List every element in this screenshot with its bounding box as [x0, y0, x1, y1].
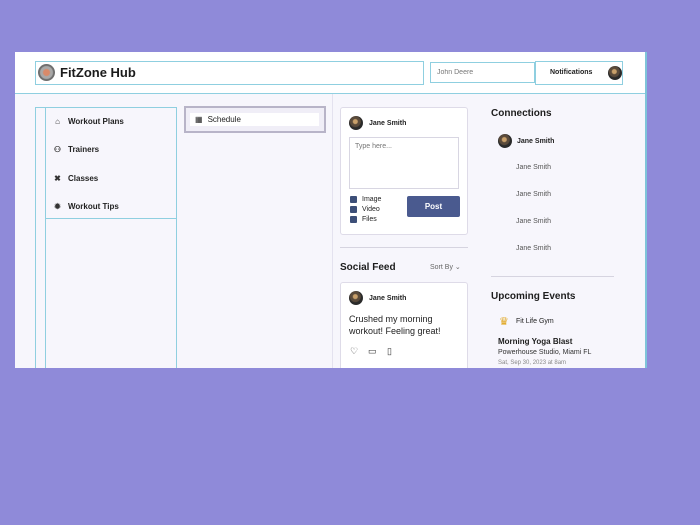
brand-area[interactable]: FitZone Hub [35, 61, 424, 85]
sort-dropdown[interactable]: Sort By ⌄ [430, 263, 461, 271]
connections-title: Connections [491, 108, 552, 119]
sidebar-item-label: Trainers [68, 144, 100, 154]
bookmark-icon[interactable]: ▯ [387, 346, 392, 357]
schedule-button[interactable]: ▦ Schedule [190, 113, 319, 126]
connection-item[interactable]: Jane Smith [516, 218, 551, 225]
divider [340, 247, 468, 248]
composer-avatar [349, 116, 363, 130]
event-organizer: Fit Life Gym [516, 318, 554, 325]
image-icon [350, 196, 357, 203]
divider [491, 276, 614, 277]
heart-icon[interactable]: ♡ [350, 346, 358, 357]
social-feed-title: Social Feed [340, 262, 396, 273]
column-divider [332, 94, 333, 368]
connection-item[interactable]: Jane Smith [516, 191, 551, 198]
feed-post: Jane Smith Crushed my morning workout! F… [340, 282, 468, 368]
notifications-link[interactable]: Notifications [550, 69, 592, 76]
post-avatar [349, 291, 363, 305]
notifications-area[interactable]: Notifications [535, 61, 623, 85]
schedule-panel: ▦ Schedule [184, 106, 326, 133]
calendar-icon: ▦ [195, 115, 203, 124]
window-edge [645, 52, 647, 368]
post-button[interactable]: Post [407, 196, 460, 217]
connection-name: Jane Smith [516, 164, 552, 171]
app-window: FitZone Hub Notifications ⌂ Workout Plan… [15, 52, 647, 368]
trophy-icon: ♛ [499, 316, 509, 328]
attach-label: Files [362, 216, 377, 223]
attach-files-button[interactable]: Files [350, 216, 377, 223]
schedule-label: Schedule [207, 115, 241, 124]
brand-title: FitZone Hub [60, 65, 136, 80]
sidebar-item-label: Workout Tips [68, 201, 119, 211]
sidebar-nav: ⌂ Workout Plans ⚇ Trainers ✖ Classes ✹ W… [35, 107, 177, 368]
gear-icon: ✹ [54, 201, 61, 211]
comment-icon[interactable]: ▭ [368, 346, 377, 357]
composer-username: Jane Smith [369, 120, 407, 127]
home-icon: ⌂ [55, 116, 60, 126]
file-icon [350, 216, 357, 223]
sidebar-item-trainers[interactable]: ⚇ Trainers [53, 142, 99, 156]
sidebar-item-classes[interactable]: ✖ Classes [53, 171, 98, 185]
connection-item[interactable]: Jane Smith [498, 134, 554, 148]
connection-name: Jane Smith [516, 245, 552, 252]
dumbbell-icon: ✖ [54, 173, 61, 183]
post-textarea[interactable] [349, 137, 459, 189]
post-composer: Jane Smith Image Video Files Post [340, 107, 468, 235]
event-date: Sat, Sep 30, 2023 at 8am [498, 360, 567, 366]
post-text: Crushed my morning workout! Feeling grea… [349, 314, 441, 336]
connection-name: Jane Smith [517, 137, 555, 145]
connection-item[interactable]: Jane Smith [516, 164, 551, 171]
attach-label: Video [362, 206, 380, 213]
video-icon [350, 206, 357, 213]
connection-item[interactable]: Jane Smith [516, 245, 551, 252]
connection-name: Jane Smith [516, 218, 552, 225]
attach-video-button[interactable]: Video [350, 206, 380, 213]
sidebar-item-workout-plans[interactable]: ⌂ Workout Plans [53, 114, 124, 128]
chevron-down-icon: ⌄ [454, 264, 461, 271]
connection-name: Jane Smith [516, 191, 552, 198]
users-icon: ⚇ [53, 144, 62, 154]
event-location: Powerhouse Studio, Miami FL [498, 349, 592, 356]
sidebar-item-label: Classes [68, 173, 99, 183]
attach-image-button[interactable]: Image [350, 196, 381, 203]
top-header: FitZone Hub Notifications [15, 52, 645, 94]
upcoming-events-title: Upcoming Events [491, 291, 576, 302]
user-avatar[interactable] [608, 66, 622, 80]
sort-label: Sort By [430, 264, 453, 271]
sidebar-item-workout-tips[interactable]: ✹ Workout Tips [53, 199, 119, 213]
sidebar-item-label: Workout Plans [68, 116, 124, 126]
search-input[interactable] [430, 62, 535, 83]
connection-avatar [498, 134, 512, 148]
event-title[interactable]: Morning Yoga Blast [498, 337, 572, 346]
sidebar-menu: ⌂ Workout Plans ⚇ Trainers ✖ Classes ✹ W… [45, 108, 177, 219]
logo-icon [38, 64, 55, 81]
attach-label: Image [362, 196, 382, 203]
post-username: Jane Smith [369, 295, 407, 302]
